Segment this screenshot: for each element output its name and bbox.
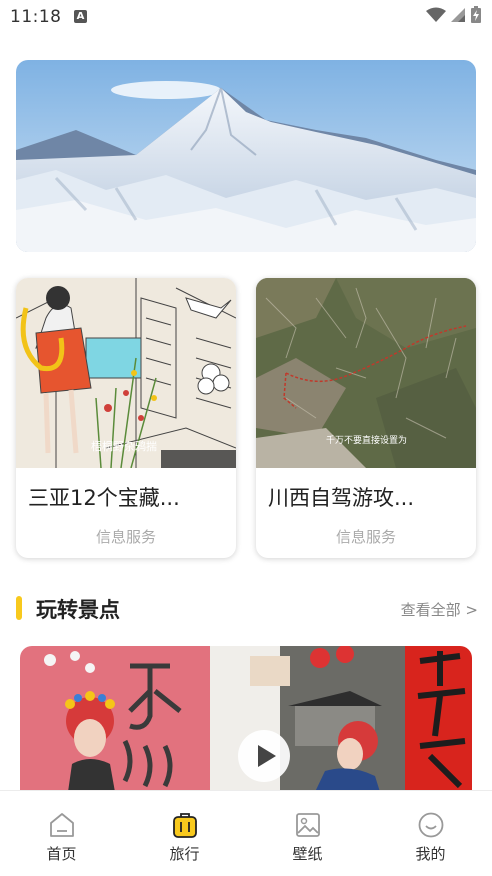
status-bar: 11:18 A	[0, 0, 492, 34]
card-subtitle: 信息服务	[335, 528, 396, 546]
wifi-icon	[426, 7, 446, 22]
satellite-map-image: 千万不要直接设置为	[256, 278, 476, 468]
bottom-nav: 首页 旅行 壁纸 我的	[0, 790, 492, 876]
nav-label-travel: 旅行	[169, 845, 200, 863]
nav-item-travel[interactable]: 旅行	[123, 791, 246, 876]
smile-icon	[418, 812, 444, 838]
signal-icon	[451, 8, 465, 22]
nav-label-wallpaper: 壁纸	[292, 845, 323, 863]
illustration-image: 梧桐野杂鸦揣	[16, 278, 236, 468]
card-image-caption: 梧桐野杂鸦揣	[91, 439, 157, 453]
info-card[interactable]: 千万不要直接设置为 川西自驾游攻... 信息服务	[256, 278, 476, 558]
info-card[interactable]: 梧桐野杂鸦揣 三亚12个宝藏... 信息服务	[16, 278, 236, 558]
nav-label-mine: 我的	[415, 845, 446, 863]
luggage-icon	[173, 813, 197, 838]
nav-label-home: 首页	[46, 845, 77, 863]
play-button[interactable]	[238, 730, 290, 782]
view-all-link[interactable]: 查看全部 >	[401, 599, 478, 620]
nav-item-mine[interactable]: 我的	[369, 791, 492, 876]
notification-icon: A	[74, 10, 87, 23]
card-title: 川西自驾游攻...	[268, 486, 415, 510]
card-subtitle: 信息服务	[95, 528, 156, 546]
card-image-caption: 千万不要直接设置为	[326, 434, 407, 446]
play-icon	[258, 745, 276, 767]
home-icon	[50, 813, 74, 837]
snow-mountain-image	[16, 60, 476, 252]
section-accent-bar	[16, 596, 22, 620]
battery-icon	[471, 6, 481, 23]
banner[interactable]	[16, 60, 476, 252]
status-icons	[426, 6, 482, 24]
nav-item-wallpaper[interactable]: 壁纸	[246, 791, 369, 876]
status-time: 11:18	[10, 7, 62, 27]
card-title: 三亚12个宝藏...	[28, 486, 180, 510]
section-title: 玩转景点	[36, 598, 120, 622]
image-icon	[296, 813, 320, 837]
attraction-video-card[interactable]	[20, 646, 472, 792]
nav-item-home[interactable]: 首页	[0, 791, 123, 876]
